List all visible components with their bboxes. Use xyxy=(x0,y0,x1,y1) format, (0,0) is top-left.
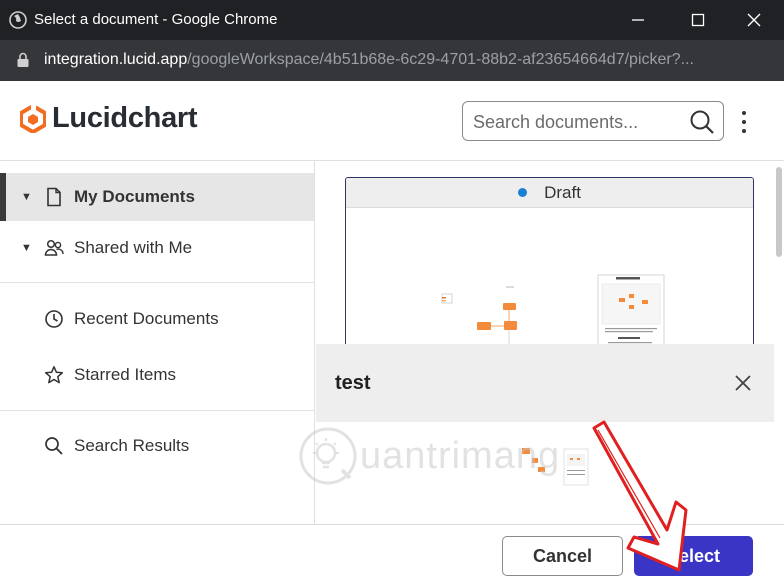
search-box[interactable] xyxy=(462,101,724,141)
sidebar-item-label: Search Results xyxy=(74,436,190,455)
search-icon[interactable] xyxy=(689,109,715,135)
more-options-icon[interactable] xyxy=(734,108,754,136)
kebab-dot xyxy=(742,120,746,124)
sidebar-item-label: Shared with Me xyxy=(74,238,193,257)
preview-title: test xyxy=(335,372,371,394)
cancel-button[interactable]: Cancel xyxy=(502,536,623,576)
sidebar-item-label: My Documents xyxy=(74,187,195,206)
sidebar-item-search-results[interactable]: Search Results xyxy=(0,422,314,470)
close-window-button[interactable] xyxy=(730,0,778,40)
watermark-logo-icon xyxy=(299,427,357,485)
people-icon xyxy=(44,239,64,256)
sidebar-divider xyxy=(0,410,314,411)
kebab-dot xyxy=(742,129,746,133)
sidebar-item-shared-with-me[interactable]: ▼ Shared with Me xyxy=(0,224,314,272)
watermark-text: uantrimang xyxy=(360,434,561,477)
kebab-dot xyxy=(742,111,746,115)
sidebar-item-label: Recent Documents xyxy=(74,309,219,328)
globe-icon xyxy=(9,11,27,29)
document-thumbnail xyxy=(441,274,665,356)
url-text: integration.lucid.app/googleWorkspace/4b… xyxy=(44,51,694,69)
sidebar: ▼ My Documents ▼ Shared with Me Recent D… xyxy=(0,161,315,524)
url-host: integration.lucid.app xyxy=(44,51,188,68)
document-card[interactable]: Draft xyxy=(345,177,754,357)
lock-icon xyxy=(17,52,29,67)
close-icon xyxy=(747,13,761,27)
address-bar[interactable]: integration.lucid.app/googleWorkspace/4b… xyxy=(0,40,784,81)
status-badge: Draft xyxy=(544,182,581,202)
scrollbar[interactable] xyxy=(774,163,784,524)
star-icon xyxy=(44,366,64,384)
status-dot-icon xyxy=(518,188,528,197)
scrollbar-thumb[interactable] xyxy=(776,167,782,257)
card-header: Draft xyxy=(346,178,753,208)
sidebar-item-recent-documents[interactable]: Recent Documents xyxy=(0,295,314,343)
minimize-button[interactable] xyxy=(614,0,662,40)
document-icon xyxy=(47,187,61,207)
select-button[interactable]: Select xyxy=(634,536,753,576)
maximize-button[interactable] xyxy=(674,0,722,40)
close-preview-icon[interactable] xyxy=(734,374,752,392)
sidebar-divider xyxy=(0,282,314,283)
search-input[interactable] xyxy=(473,110,673,134)
caret-down-icon[interactable]: ▼ xyxy=(21,191,32,203)
watermark: uantrimang xyxy=(298,426,560,486)
lucidchart-logo: Lucidchart xyxy=(20,102,198,135)
brand-name: Lucidchart xyxy=(52,102,198,134)
sidebar-item-my-documents[interactable]: ▼ My Documents xyxy=(0,173,314,221)
window-title: Select a document - Google Chrome xyxy=(34,11,278,28)
minimize-icon xyxy=(632,19,644,21)
magnifier-icon xyxy=(45,437,63,455)
lucid-logo-icon xyxy=(20,104,46,133)
url-path: /googleWorkspace/4b51b68e-6c29-4701-88b2… xyxy=(187,51,694,68)
app-header: Lucidchart xyxy=(0,81,784,161)
maximize-icon xyxy=(691,13,705,27)
clock-icon xyxy=(45,310,63,328)
sidebar-item-label: Starred Items xyxy=(74,365,177,384)
preview-header: test xyxy=(316,344,784,422)
dialog-footer: Cancel Select xyxy=(0,524,784,585)
caret-down-icon[interactable]: ▼ xyxy=(21,242,32,254)
sidebar-item-starred-items[interactable]: Starred Items xyxy=(0,351,314,399)
window-titlebar: Select a document - Google Chrome xyxy=(0,0,784,40)
